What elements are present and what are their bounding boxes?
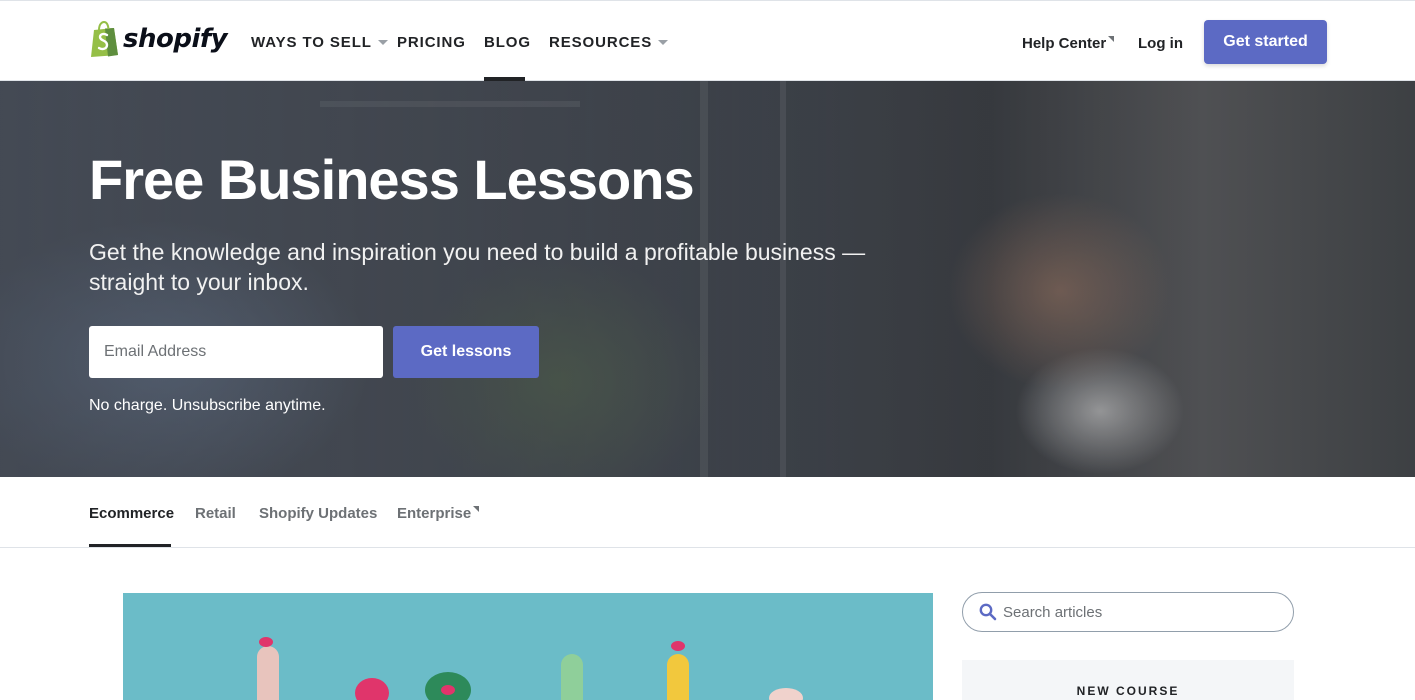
login-label: Log in bbox=[1138, 34, 1183, 52]
nav-resources-label: RESOURCES bbox=[549, 33, 653, 51]
tab-enterprise[interactable]: Enterprise bbox=[397, 503, 480, 523]
search-input[interactable] bbox=[1003, 603, 1283, 621]
image-detail bbox=[561, 654, 583, 700]
tab-active-indicator bbox=[89, 544, 171, 547]
external-link-icon bbox=[473, 506, 480, 512]
login-link[interactable]: Log in bbox=[1138, 32, 1183, 54]
nav-pricing[interactable]: PRICING bbox=[397, 31, 466, 53]
nav-pricing-label: PRICING bbox=[397, 33, 466, 51]
help-center-label: Help Center bbox=[1022, 34, 1107, 52]
image-detail bbox=[769, 688, 803, 700]
nav-blog-label: BLOG bbox=[484, 33, 531, 51]
hero-note: No charge. Unsubscribe anytime. bbox=[89, 397, 326, 414]
hero-banner: Free Business Lessons Get the knowledge … bbox=[0, 81, 1415, 477]
image-detail bbox=[257, 646, 279, 700]
nav-resources[interactable]: RESOURCES bbox=[549, 31, 669, 53]
search-box[interactable] bbox=[962, 592, 1294, 632]
category-tabs: Ecommerce Retail Shopify Updates Enterpr… bbox=[0, 477, 1415, 548]
search-icon bbox=[979, 603, 997, 621]
help-center-link[interactable]: Help Center bbox=[1022, 32, 1115, 54]
nav-ways-to-sell[interactable]: WAYS TO SELL bbox=[251, 31, 388, 53]
tab-ecommerce[interactable]: Ecommerce bbox=[89, 503, 174, 523]
get-lessons-button[interactable]: Get lessons bbox=[393, 326, 539, 378]
tab-retail[interactable]: Retail bbox=[195, 503, 236, 523]
new-course-card[interactable]: NEW COURSE bbox=[962, 660, 1294, 700]
hero-title: Free Business Lessons bbox=[89, 148, 695, 211]
get-started-button[interactable]: Get started bbox=[1204, 20, 1327, 64]
hero-subtitle: Get the knowledge and inspiration you ne… bbox=[89, 239, 866, 295]
image-detail bbox=[355, 678, 389, 700]
featured-article-image[interactable] bbox=[123, 593, 933, 700]
image-detail bbox=[259, 637, 273, 647]
email-field[interactable] bbox=[89, 326, 383, 378]
image-detail bbox=[667, 654, 689, 700]
brand-name: shopify bbox=[123, 24, 228, 54]
external-link-icon bbox=[1108, 36, 1115, 42]
nav-ways-to-sell-label: WAYS TO SELL bbox=[251, 33, 372, 51]
top-navigation: shopify WAYS TO SELL PRICING BLOG RESOUR… bbox=[0, 0, 1415, 81]
tab-enterprise-label: Enterprise bbox=[397, 504, 472, 522]
shopify-logo[interactable]: shopify bbox=[89, 20, 228, 58]
shopping-bag-icon bbox=[91, 21, 118, 57]
tab-shopify-updates[interactable]: Shopify Updates bbox=[259, 503, 377, 523]
chevron-down-icon bbox=[658, 40, 669, 45]
image-detail bbox=[671, 641, 685, 651]
nav-blog[interactable]: BLOG bbox=[484, 31, 531, 53]
image-detail bbox=[441, 685, 455, 695]
course-label: NEW COURSE bbox=[1076, 684, 1180, 698]
chevron-down-icon bbox=[377, 40, 388, 45]
